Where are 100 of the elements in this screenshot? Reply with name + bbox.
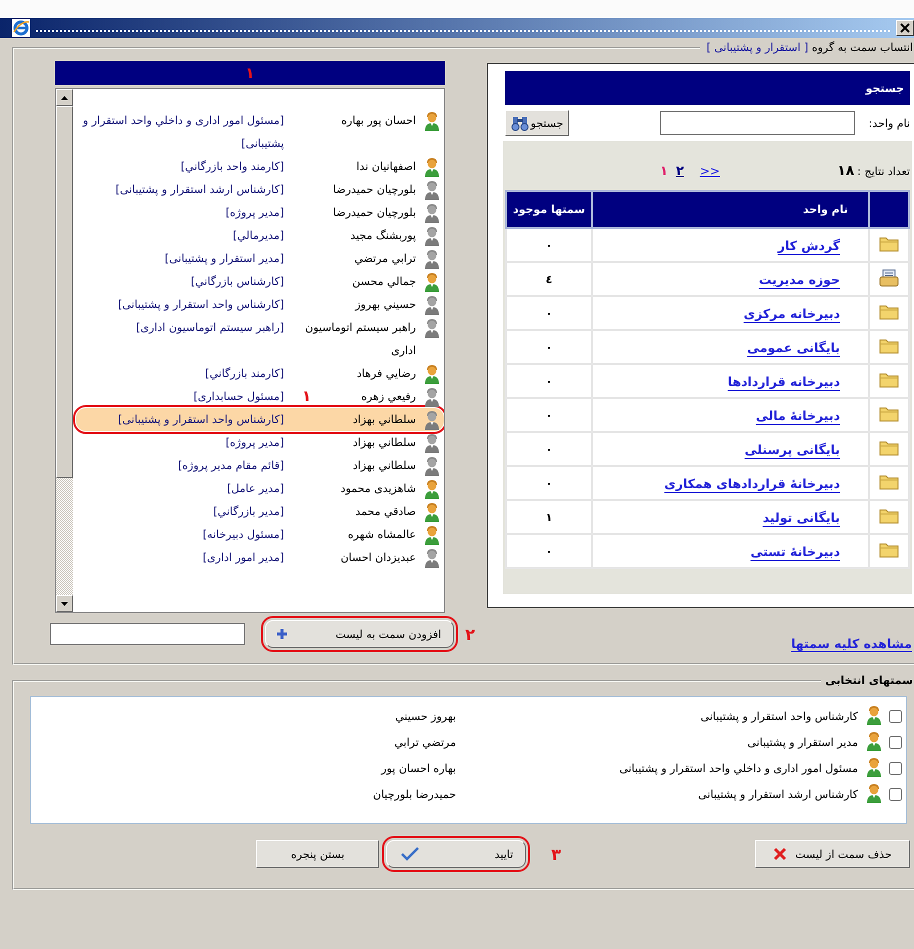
list-item[interactable]: صادقي محمد [مدیر بازرگاني] xyxy=(76,500,444,523)
position-title: [کارشناس ارشد استقرار و پشتیبانی] xyxy=(116,182,285,198)
unit-link[interactable]: حوزه مدیریت xyxy=(758,272,840,286)
close-window-button[interactable]: بستن پنجره xyxy=(256,840,380,868)
list-item[interactable]: جمالي محسن [کارشناس بازرگاني] xyxy=(76,270,444,293)
checkbox[interactable] xyxy=(889,762,902,774)
annotation-number: ۱ xyxy=(302,386,312,406)
close-button[interactable] xyxy=(896,20,914,36)
person-name: سلطاني بهزاد xyxy=(352,435,417,451)
list-item[interactable]: شاهزیدی محمود [مدیر عامل] xyxy=(76,477,444,500)
position-title: [مدیر امور اداری] xyxy=(202,550,285,566)
table-cell: ۰ xyxy=(506,398,592,432)
table-cell: ۰ xyxy=(506,432,592,466)
person-name: بهاره احسان پور xyxy=(380,762,456,774)
list-item[interactable]: بلورچیان حمیدرضا [کارشناس ارشد استقرار و پشتیبانی] xyxy=(76,178,444,201)
table-cell: ۰ xyxy=(506,296,592,330)
folder-icon xyxy=(879,440,899,456)
tray-icon xyxy=(879,268,899,286)
person-name: پوربشنگ مجید xyxy=(350,228,417,244)
person-name: مرتضي ترابي xyxy=(393,736,456,748)
result-count-label: تعداد نتایج : xyxy=(857,164,910,178)
table-cell: ۱ xyxy=(506,500,592,534)
position-title: [مدیر بازرگاني] xyxy=(213,504,285,520)
unit-link[interactable]: دبیرخانهٔ مالی xyxy=(756,408,840,422)
up-arrow-icon xyxy=(61,96,68,100)
search-button[interactable]: جستجو xyxy=(505,110,569,136)
unit-link[interactable]: بایگانی عمومی xyxy=(747,340,840,354)
group-name: [ استقرار و پشتیبانی ] xyxy=(706,41,808,54)
page-link[interactable]: ۲ xyxy=(676,164,684,178)
position-title: [کارشناس واحد استقرار و پشتیبانی] xyxy=(118,412,285,428)
list-item[interactable]: سلطاني بهزاد [مدیر پروژه] xyxy=(76,431,444,454)
checkbox[interactable] xyxy=(889,710,902,722)
table-cell: ۰ xyxy=(506,364,592,398)
icon-column-header xyxy=(869,191,909,228)
unit-link[interactable]: دبیرخانه قراردادها xyxy=(728,374,840,388)
person-name: عالمشاه شهره xyxy=(348,527,417,543)
list-item[interactable]: اصفهانیان ندا [کارمند واحد بازرگاني] xyxy=(76,155,444,178)
page-link[interactable]: ۱ xyxy=(660,164,668,178)
next-page-link[interactable]: >> xyxy=(700,164,720,178)
text-field[interactable] xyxy=(50,623,246,645)
list-item[interactable]: احسان پور بهاره [مسئول امور اداری و داخلي واحد استقرار و پشتیبانی] xyxy=(76,109,444,155)
unit-link[interactable]: بایگانی پرسنلی xyxy=(744,442,840,456)
position-title: [مدیر عامل] xyxy=(226,481,285,497)
checkbox[interactable] xyxy=(889,736,902,748)
scroll-thumb[interactable] xyxy=(56,106,73,478)
position-title: مسئول امور اداری و داخلي واحد استقرار و پشتیبانی xyxy=(618,762,858,774)
binoculars-icon xyxy=(510,114,529,132)
folder-icon xyxy=(879,542,899,558)
delete-icon xyxy=(773,847,788,861)
close-icon xyxy=(900,23,910,33)
position-title: مدیر استقرار و پشتیبانی xyxy=(746,736,858,748)
table-cell: ۰ xyxy=(506,228,592,262)
scrollbar[interactable] xyxy=(56,89,73,612)
unit-link[interactable]: بایگانی تولید xyxy=(762,510,840,524)
down-arrow-icon xyxy=(61,602,68,606)
list-item[interactable]: عالمشاه شهره [مسئول دبیرخانه] xyxy=(76,523,444,546)
person-name: رفيعي زهره xyxy=(361,389,417,405)
group-label: انتساب سمت به گروه xyxy=(812,41,913,54)
folder-icon xyxy=(879,406,899,422)
unit-link[interactable]: دبیرخانه مرکزی xyxy=(744,306,840,320)
unit-link[interactable]: گردش کار xyxy=(778,238,840,252)
folder-icon xyxy=(879,236,899,252)
person-icon xyxy=(866,730,882,750)
table-cell: ۰ xyxy=(506,330,592,364)
panel-header: جستجو xyxy=(505,71,910,105)
list-item[interactable]: بلورچیان حمیدرضا [مدیر پروژه] xyxy=(76,201,444,224)
view-all-link[interactable]: مشاهده کلیه سمتها xyxy=(791,636,912,651)
list-item[interactable]: راهبر سیستم اتوماسیون اداری [راهبر سیستم اتوماسیون اداری] xyxy=(76,316,444,362)
position-title: [قائم مقام مدیر پروژه] xyxy=(178,458,285,474)
check-icon xyxy=(401,847,420,861)
delete-button[interactable]: حذف سمت از لیست xyxy=(755,840,910,868)
result-count: ۱۸ xyxy=(837,163,854,179)
list-item[interactable]: رفيعي زهره [مسئول حسابداری] ۱ xyxy=(76,385,444,408)
list-item[interactable]: عبدیزدان احسان [مدیر امور اداری] xyxy=(76,546,444,569)
position-title: [مدیر پروژه] xyxy=(226,435,285,451)
list-item[interactable]: پوربشنگ مجید [مديرمالي] xyxy=(76,224,444,247)
list-item[interactable]: حسيني بهروز [کارشناس واحد استقرار و پشتیبانی] xyxy=(76,293,444,316)
position-title: [مسئول حسابداری] xyxy=(193,389,285,405)
position-title: [مديرمالي] xyxy=(232,228,285,244)
folder-icon xyxy=(879,304,899,320)
person-name: بهروز حسيني xyxy=(394,710,456,722)
person-icon xyxy=(866,704,882,724)
list-item[interactable]: رضايي فرهاد [کارمند بازرگاني] xyxy=(76,362,444,385)
position-title: [مسئول دبیرخانه] xyxy=(202,527,285,543)
list-item[interactable]: سلطاني بهزاد [کارشناس واحد استقرار و پشتیبانی] xyxy=(76,408,444,431)
position-title: [مدیر استقرار و پشتیبانی] xyxy=(164,251,285,267)
position-title: کارشناس ارشد استقرار و پشتیبانی xyxy=(697,788,858,800)
position-title: [راهبر سیستم اتوماسیون اداری] xyxy=(136,320,285,336)
scroll-up-button[interactable] xyxy=(56,89,73,106)
list-item[interactable]: ترابي مرتضي [مدیر استقرار و پشتیبانی] xyxy=(76,247,444,270)
folder-icon xyxy=(879,474,899,490)
scroll-down-button[interactable] xyxy=(56,595,73,612)
checkbox[interactable] xyxy=(889,788,902,800)
unit-link[interactable]: دبیرخانهٔ تستی xyxy=(750,544,840,558)
person-name: حسيني بهروز xyxy=(355,297,417,313)
list-item[interactable]: سلطاني بهزاد [قائم مقام مدیر پروژه] xyxy=(76,454,444,477)
position-title: [کارمند بازرگاني] xyxy=(205,366,285,382)
unit-name-field[interactable] xyxy=(660,111,855,135)
person-name: جمالي محسن xyxy=(352,274,417,290)
table-cell: ۰ xyxy=(506,466,592,500)
